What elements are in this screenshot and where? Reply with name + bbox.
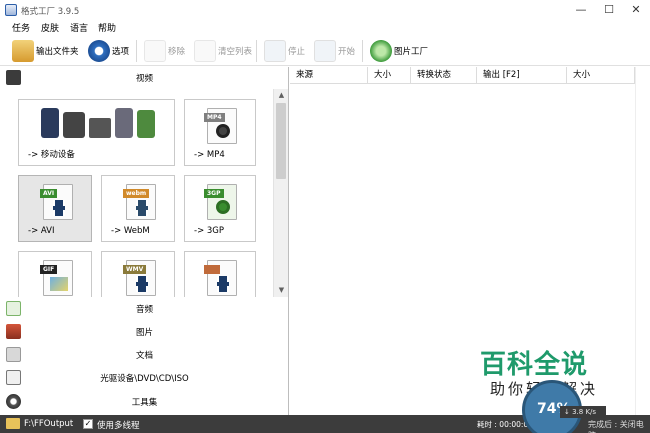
avi-file-icon: AVI	[40, 184, 73, 220]
close-button[interactable]: ✕	[624, 2, 648, 18]
format-tile-gif[interactable]: GIF	[18, 251, 92, 297]
magnifier-icon	[370, 40, 392, 62]
scroll-thumb[interactable]	[276, 103, 286, 179]
toolbar-divider	[362, 40, 363, 62]
column-header-output[interactable]: 输出 [F2]	[477, 67, 567, 84]
maximize-button[interactable]: ☐	[597, 2, 621, 18]
scroll-down-arrow-icon[interactable]: ▼	[274, 284, 289, 297]
menu-language[interactable]: 语言	[70, 21, 88, 34]
task-list-scrollbar[interactable]	[635, 67, 650, 415]
gear-icon	[88, 40, 110, 62]
picture-factory-button[interactable]: 图片工厂	[370, 39, 428, 63]
wmv-file-icon: WMV	[123, 260, 156, 296]
multithread-checkbox[interactable]: ✓	[83, 419, 93, 429]
stop-button[interactable]: 停止	[264, 39, 305, 63]
remove-button[interactable]: 移除	[144, 39, 185, 63]
category-picture[interactable]: 图片	[0, 321, 289, 343]
format-tile-mp4[interactable]: MP4 -> MP4	[184, 99, 256, 166]
format-tile-wmv[interactable]: WMV	[101, 251, 175, 297]
category-video[interactable]: 视频	[0, 67, 289, 89]
category-audio[interactable]: 音频	[0, 298, 289, 320]
watermark-title: 百科全说	[480, 350, 589, 380]
phone-icon	[63, 112, 85, 138]
menu-help[interactable]: 帮助	[98, 21, 116, 34]
video-format-grid: -> 移动设备 MP4 -> MP4 AVI -> AVI webm -> We…	[0, 89, 289, 297]
output-path[interactable]: F:\FFOutput	[24, 419, 73, 429]
after-finish-setting[interactable]: 完成后 : 关闭电脑	[588, 419, 650, 433]
toolbar-divider	[136, 40, 137, 62]
format-tile-mobile[interactable]: -> 移动设备	[18, 99, 175, 166]
toolbar: 输出文件夹 选项 移除 清空列表 停止 开始 图片工厂	[0, 36, 650, 66]
category-panel: 视频 -> 移动设备 MP4 -> MP4 AVI -> AVI webm ->…	[0, 67, 289, 415]
pda-icon	[89, 118, 111, 138]
menu-skin[interactable]: 皮肤	[41, 21, 59, 34]
mp4-file-icon: MP4	[204, 108, 237, 144]
category-rom-device[interactable]: 光驱设备\DVD\CD\ISO	[0, 367, 289, 389]
start-button[interactable]: 开始	[314, 39, 355, 63]
clear-list-icon	[194, 40, 216, 62]
format-tile-video[interactable]	[184, 251, 256, 297]
download-speed: ↓ 3.8 K/s	[560, 406, 606, 418]
start-icon	[314, 40, 336, 62]
video-file-icon	[204, 260, 237, 296]
category-tools[interactable]: 工具集	[0, 391, 289, 413]
window-title: 格式工厂 3.9.5	[21, 7, 80, 17]
webm-file-icon: webm	[123, 184, 156, 220]
menu-task[interactable]: 任务	[12, 21, 30, 34]
app-logo-icon	[5, 4, 17, 16]
format-tile-3gp[interactable]: 3GP -> 3GP	[184, 175, 256, 242]
category-document[interactable]: 文档	[0, 344, 289, 366]
minimize-button[interactable]: —	[569, 2, 593, 18]
scroll-up-arrow-icon[interactable]: ▲	[274, 89, 289, 102]
output-folder-icon[interactable]	[6, 418, 20, 429]
column-header-output-size[interactable]: 大小	[567, 67, 635, 84]
stop-icon	[264, 40, 286, 62]
phone-icon	[137, 110, 155, 138]
column-header-status[interactable]: 转换状态	[411, 67, 477, 84]
output-folder-button[interactable]: 输出文件夹	[12, 39, 79, 63]
phone-icon	[115, 108, 133, 138]
toolbar-divider	[256, 40, 257, 62]
multithread-label: 使用多线程	[97, 421, 140, 431]
gif-file-icon: GIF	[40, 260, 73, 296]
3gp-file-icon: 3GP	[204, 184, 237, 220]
column-header-size[interactable]: 大小	[368, 67, 411, 84]
format-tile-avi[interactable]: AVI -> AVI	[18, 175, 92, 242]
phone-icon	[41, 108, 59, 138]
options-button[interactable]: 选项	[88, 39, 129, 63]
format-grid-scrollbar[interactable]: ▲ ▼	[273, 89, 288, 297]
format-tile-webm[interactable]: webm -> WebM	[101, 175, 175, 242]
folder-icon	[12, 40, 34, 62]
menu-bar: 任务 皮肤 语言 帮助	[0, 20, 650, 36]
clear-list-button[interactable]: 清空列表	[194, 39, 252, 63]
title-bar: 格式工厂 3.9.5 — ☐ ✕	[0, 0, 650, 20]
remove-icon	[144, 40, 166, 62]
column-header-source[interactable]: 来源	[290, 67, 368, 84]
